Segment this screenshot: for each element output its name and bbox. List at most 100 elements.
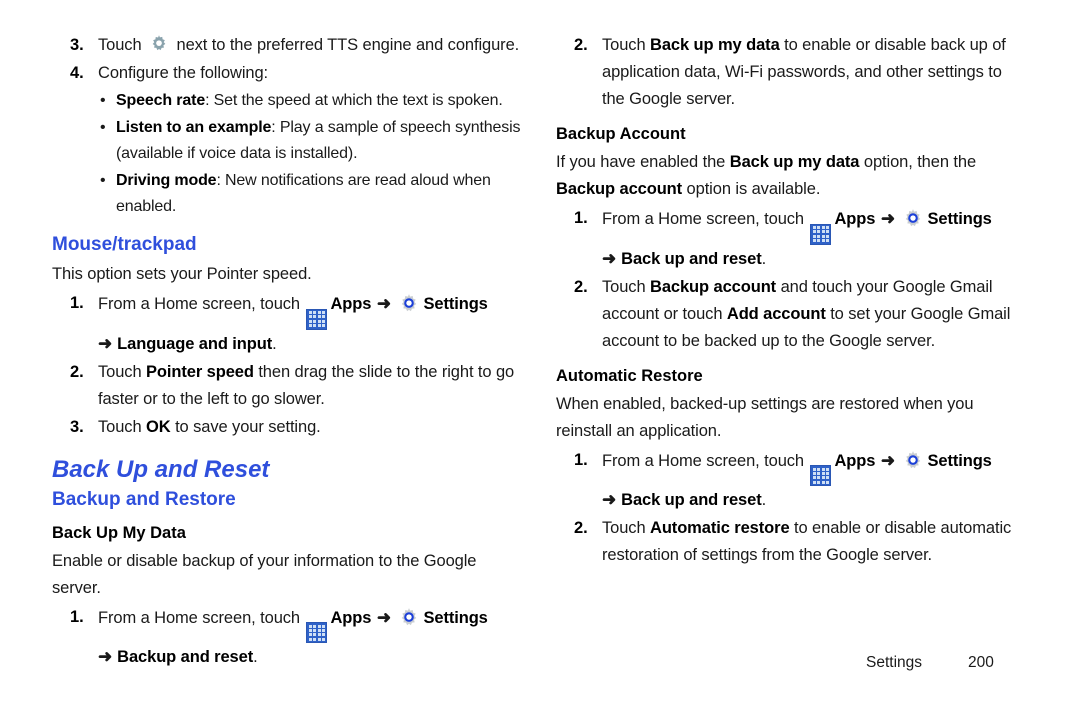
list-item: 2. Touch Backup account and touch your G… bbox=[556, 274, 1026, 355]
bullet-term: Speech rate bbox=[116, 92, 206, 109]
settings-label: Settings bbox=[927, 451, 992, 470]
step-number: 1. bbox=[574, 450, 588, 469]
step-number: 2. bbox=[574, 36, 588, 54]
body-text: option is available. bbox=[686, 180, 821, 198]
apps-grid-icon bbox=[306, 308, 328, 330]
period: . bbox=[253, 648, 258, 667]
setting-name: Backup account bbox=[556, 180, 683, 198]
list-item: 1. From a Home screen, touch Apps ➜ Sett… bbox=[52, 290, 522, 358]
list-item: • Listen to an example: Play a sample of… bbox=[52, 115, 522, 167]
setting-name: Pointer speed bbox=[146, 362, 254, 381]
setting-name: Automatic restore bbox=[650, 519, 790, 538]
settings-gear-icon bbox=[902, 450, 924, 472]
settings-path: Back up and reset bbox=[621, 249, 762, 268]
body-text: option, then the bbox=[863, 153, 977, 171]
right-column: 2. Touch Back up my data to enable or di… bbox=[556, 32, 1026, 570]
step-text-cont: next to the preferred TTS engine and con… bbox=[176, 36, 520, 54]
path-arrow-icon: ➜ bbox=[602, 248, 617, 268]
subsection-heading-backup-account: Backup Account bbox=[556, 125, 686, 143]
step-number: 3. bbox=[70, 417, 84, 436]
path-arrow-icon: ➜ bbox=[602, 490, 617, 510]
bullet-term: Driving mode bbox=[116, 172, 217, 189]
period: . bbox=[761, 249, 767, 268]
settings-path: Language and input bbox=[117, 334, 273, 353]
list-item: 2. Touch Pointer speed then drag the sli… bbox=[52, 359, 522, 413]
step-text: Touch bbox=[98, 362, 142, 381]
section-heading-mouse-trackpad: Mouse/trackpad bbox=[52, 234, 197, 255]
settings-gear-icon bbox=[902, 208, 924, 230]
section-heading-backup-and-restore: Backup and Restore bbox=[52, 488, 236, 510]
apps-label: Apps bbox=[330, 295, 372, 313]
period: . bbox=[761, 491, 767, 510]
step-number: 2. bbox=[574, 519, 588, 538]
arrow-icon: ➜ bbox=[880, 209, 895, 228]
apps-grid-icon bbox=[810, 465, 832, 487]
step-number: 3. bbox=[70, 36, 84, 54]
bullet-definition: : Set the speed at which the text is spo… bbox=[205, 92, 503, 109]
settings-gear-icon bbox=[398, 293, 420, 315]
footer-page-number: 200 bbox=[968, 654, 994, 671]
button-name: OK bbox=[146, 417, 171, 436]
body-text: If you have enabled the bbox=[556, 153, 726, 171]
list-item: 3. Touch next to the preferred TTS engin… bbox=[52, 32, 522, 59]
period: . bbox=[272, 334, 277, 353]
step-text: From a Home screen, touch bbox=[602, 451, 804, 470]
subsection-body: If you have enabled the Back up my data … bbox=[556, 149, 1026, 203]
settings-label: Settings bbox=[423, 608, 488, 627]
list-item: 4. Configure the following: bbox=[52, 60, 522, 87]
settings-label: Settings bbox=[423, 295, 488, 313]
list-item: 3. Touch OK to save your setting. bbox=[52, 414, 522, 441]
apps-label: Apps bbox=[834, 451, 876, 470]
left-column: 3. Touch next to the preferred TTS engin… bbox=[52, 32, 522, 672]
bullet-icon: • bbox=[100, 172, 106, 189]
setting-name: Backup account bbox=[650, 277, 777, 296]
arrow-icon: ➜ bbox=[880, 450, 895, 470]
step-text: From a Home screen, touch bbox=[602, 210, 804, 228]
step-text: Configure the following: bbox=[98, 64, 269, 82]
bullet-icon: • bbox=[100, 119, 106, 136]
apps-grid-icon bbox=[306, 622, 328, 644]
step-text: Touch bbox=[602, 519, 646, 538]
subsection-body: Enable or disable backup of your informa… bbox=[52, 551, 477, 597]
subsection-heading-back-up-my-data: Back Up My Data bbox=[52, 523, 186, 542]
step-number: 1. bbox=[70, 294, 84, 312]
manual-page: 3. Touch next to the preferred TTS engin… bbox=[0, 0, 1080, 720]
apps-label: Apps bbox=[330, 608, 372, 627]
step-number: 1. bbox=[574, 209, 588, 227]
step-number: 2. bbox=[574, 277, 588, 296]
list-item: 1. From a Home screen, touch Apps ➜ Sett… bbox=[52, 604, 522, 672]
step-number: 4. bbox=[70, 64, 84, 82]
subsection-heading-automatic-restore: Automatic Restore bbox=[556, 366, 703, 385]
step-number: 1. bbox=[70, 607, 84, 626]
settings-label: Settings bbox=[927, 210, 992, 228]
setting-name: Back up my data bbox=[729, 153, 860, 171]
arrow-icon: ➜ bbox=[376, 607, 391, 627]
settings-path: Back up and reset bbox=[621, 491, 762, 510]
bullet-icon: • bbox=[100, 92, 106, 109]
bullet-term: Listen to an example bbox=[116, 119, 272, 136]
settings-gear-icon bbox=[398, 607, 420, 629]
step-text: From a Home screen, touch bbox=[98, 608, 300, 627]
list-item: • Driving mode: New notifications are re… bbox=[52, 168, 522, 220]
setting-name: Back up my data bbox=[650, 36, 780, 54]
step-text: From a Home screen, touch bbox=[98, 295, 300, 313]
step-text: Touch bbox=[602, 277, 646, 296]
list-item: 1. From a Home screen, touch Apps ➜ Sett… bbox=[556, 205, 1026, 273]
section-heading-back-up-and-reset: Back Up and Reset bbox=[52, 455, 270, 483]
list-item: 1. From a Home screen, touch Apps ➜ Sett… bbox=[556, 447, 1026, 515]
arrow-icon: ➜ bbox=[376, 294, 391, 313]
list-item: 2. Touch Automatic restore to enable or … bbox=[556, 515, 1026, 569]
apps-label: Apps bbox=[834, 210, 876, 228]
list-item: 2. Touch Back up my data to enable or di… bbox=[556, 32, 1026, 113]
path-arrow-icon: ➜ bbox=[98, 333, 113, 353]
section-intro: This option sets your Pointer speed. bbox=[52, 265, 312, 283]
step-text-cont: to save your setting. bbox=[175, 417, 321, 436]
step-text: Touch bbox=[98, 417, 142, 436]
step-text: Touch bbox=[98, 36, 142, 54]
list-item: • Speech rate: Set the speed at which th… bbox=[52, 88, 522, 114]
step-number: 2. bbox=[70, 362, 84, 381]
gear-icon bbox=[149, 34, 169, 54]
step-text: Touch bbox=[602, 36, 646, 54]
button-name: Add account bbox=[726, 304, 826, 323]
subsection-body: When enabled, backed-up settings are res… bbox=[556, 394, 974, 440]
